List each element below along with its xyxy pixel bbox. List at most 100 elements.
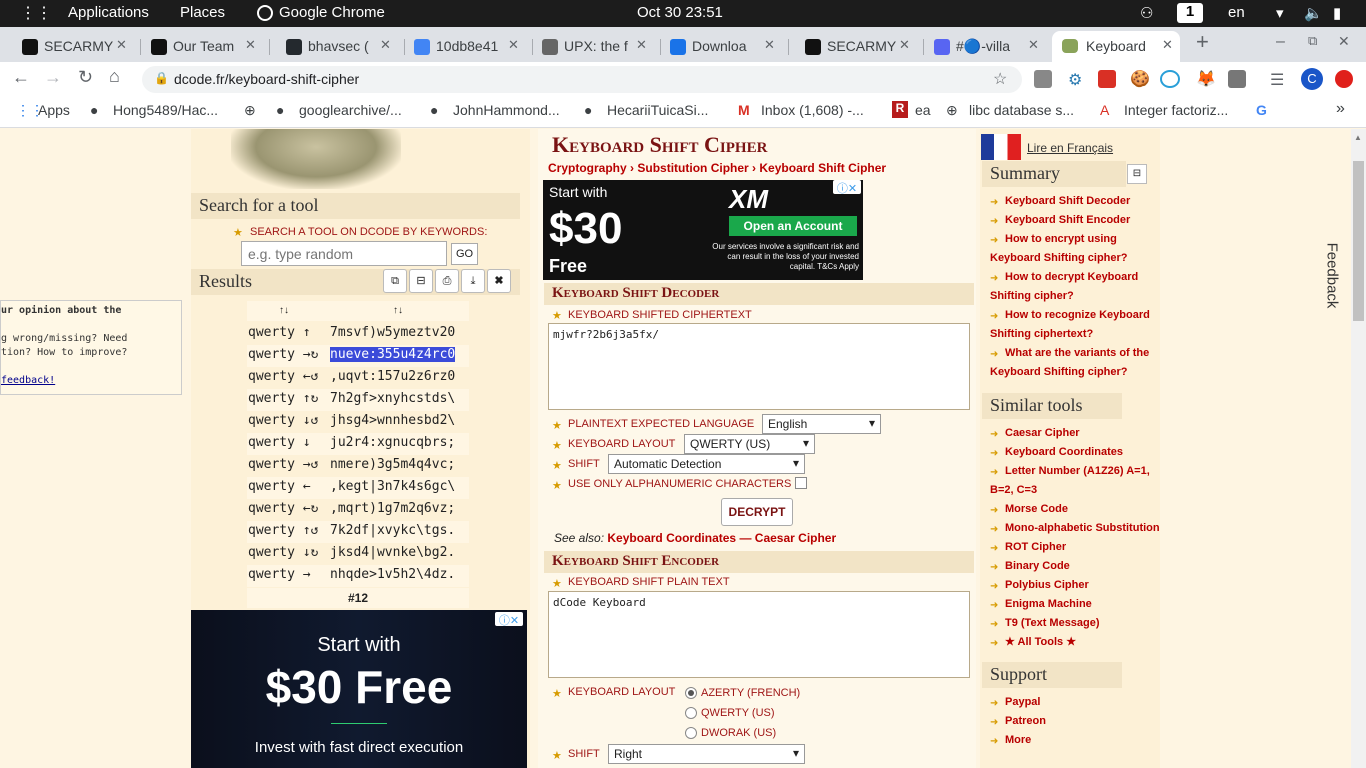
- feedback-tab[interactable]: Feedback: [1315, 229, 1349, 323]
- sidebar-link[interactable]: ★ All Tools ★: [1005, 633, 1076, 652]
- copy-button[interactable]: ⧉: [383, 269, 407, 293]
- sidebar-link[interactable]: Keyboard Shift Encoder: [1005, 211, 1130, 230]
- tab[interactable]: SECARMY ✕: [12, 31, 140, 62]
- tab-close-icon[interactable]: ✕: [1028, 37, 1039, 53]
- result-text[interactable]: ,uqvt:157u2z6rz0: [330, 369, 455, 384]
- table-row[interactable]: qwerty ↓↺ jhsg4>wnnhesbd2\: [247, 411, 469, 433]
- radio-azerty-label[interactable]: AZERTY (FRENCH): [701, 687, 800, 699]
- url-text[interactable]: dcode.fr/keyboard-shift-cipher: [174, 71, 359, 87]
- minimize-icon[interactable]: –: [1276, 33, 1285, 51]
- sidebar-link[interactable]: Binary Code: [1005, 557, 1070, 576]
- tab-close-icon[interactable]: ✕: [899, 37, 910, 53]
- sidebar-link[interactable]: T9 (Text Message): [1005, 614, 1100, 633]
- decrypt-button[interactable]: DECRYPT: [721, 498, 793, 526]
- home-icon[interactable]: ⌂: [109, 66, 120, 87]
- forward-icon[interactable]: →: [44, 67, 62, 88]
- french-flag-icon[interactable]: [981, 134, 1021, 160]
- tab[interactable]: UPX: the f ✕: [532, 31, 660, 62]
- ad-open-account-button[interactable]: Open an Account: [729, 216, 857, 236]
- tab[interactable]: 10db8e41 ✕: [404, 31, 532, 62]
- result-text[interactable]: jksd4|wvnke\bg2.: [330, 545, 455, 560]
- sidebar-link[interactable]: Enigma Machine: [1005, 595, 1092, 614]
- table-row[interactable]: qwerty ←↻ ,mqrt)1g7m2q6vz;: [247, 499, 469, 521]
- reading-list-icon[interactable]: ☰: [1270, 70, 1284, 90]
- go-button[interactable]: GO: [451, 243, 478, 265]
- sidebar-link[interactable]: Morse Code: [1005, 500, 1068, 519]
- radio-qwerty-label[interactable]: QWERTY (US): [701, 707, 775, 719]
- page-scrollbar[interactable]: ▲: [1351, 129, 1366, 768]
- tab[interactable]: #🔵-villa ✕: [924, 31, 1052, 62]
- result-text[interactable]: nueve:355u4z4rc0: [330, 347, 456, 362]
- profile-avatar[interactable]: C: [1301, 68, 1323, 90]
- ciphertext-input[interactable]: mjwfr?2b6j3a5fx/: [548, 323, 970, 410]
- summary-collapse-button[interactable]: ⊟: [1127, 164, 1147, 184]
- bookmark-item[interactable]: Integer factoriz...: [1124, 102, 1228, 118]
- sidebar-link[interactable]: What are the variants of the: [1005, 344, 1149, 363]
- sidebar-link[interactable]: Letter Number (A1Z26) A=1,: [1005, 462, 1150, 481]
- see-also-caesar-cipher[interactable]: Caesar Cipher: [755, 531, 836, 545]
- language-select[interactable]: English: [762, 414, 881, 434]
- sidebar-link[interactable]: How to encrypt using: [1005, 230, 1117, 249]
- restore-icon[interactable]: ⧉: [1308, 33, 1317, 49]
- bookmark-item[interactable]: Inbox (1,608) -...: [761, 102, 864, 118]
- places-menu[interactable]: Places: [180, 4, 225, 21]
- google-icon[interactable]: G: [1256, 102, 1267, 118]
- reload-icon[interactable]: ↻: [78, 67, 93, 88]
- sidebar-link[interactable]: Keyboard Shifting cipher?: [990, 363, 1128, 382]
- sidebar-link[interactable]: Shifting ciphertext?: [990, 325, 1093, 344]
- advertisement[interactable]: Start with $30 Free XM ⓘ✕ Open an Accoun…: [543, 180, 863, 280]
- result-text[interactable]: nmere)3g5m4q4vc;: [330, 457, 455, 472]
- sort-col2[interactable]: ↑↓: [393, 305, 403, 316]
- sidebar-link[interactable]: Keyboard Shift Decoder: [1005, 192, 1130, 211]
- sort-col1[interactable]: ↑↓: [279, 305, 289, 316]
- table-row[interactable]: qwerty ←↺ ,uqvt:157u2z6rz0: [247, 367, 469, 389]
- alphanumeric-checkbox[interactable]: [795, 477, 807, 489]
- applications-menu[interactable]: Applications: [68, 4, 149, 21]
- copy-all-button[interactable]: ⊟: [409, 269, 433, 293]
- download-button[interactable]: ⤓: [461, 269, 485, 293]
- scrollbar-thumb[interactable]: [1353, 161, 1364, 321]
- people-icon[interactable]: ⚇: [1140, 4, 1153, 22]
- table-row[interactable]: qwerty ↓↻ jksd4|wvnke\bg2.: [247, 543, 469, 565]
- result-text[interactable]: ,kegt|3n7k4s6gc\: [330, 479, 455, 494]
- encoder-shift-select[interactable]: Right: [608, 744, 805, 764]
- table-row[interactable]: qwerty →↻ nueve:355u4z4rc0: [247, 345, 469, 367]
- tab-close-icon[interactable]: ✕: [764, 37, 775, 53]
- plaintext-input[interactable]: dCode Keyboard: [548, 591, 970, 678]
- result-text[interactable]: 7h2gf>xnyhcstds\: [330, 391, 455, 406]
- clock[interactable]: Oct 30 23:51: [637, 4, 723, 21]
- sidebar-link[interactable]: Polybius Cipher: [1005, 576, 1089, 595]
- table-row[interactable]: qwerty ↑ 7msvf)w5ymeztv20: [247, 323, 469, 345]
- tab-close-icon[interactable]: ✕: [116, 37, 127, 53]
- result-text[interactable]: jhsg4>wnnhesbd2\: [330, 413, 455, 428]
- radio-dworak-label[interactable]: DWORAK (US): [701, 727, 776, 739]
- sidebar-link[interactable]: Keyboard Coordinates: [1005, 443, 1123, 462]
- active-app-name[interactable]: Google Chrome: [279, 4, 385, 21]
- tab-close-icon[interactable]: ✕: [1162, 37, 1173, 53]
- table-row[interactable]: qwerty ↑↺ 7k2df|xvykc\tgs.: [247, 521, 469, 543]
- extension-icon[interactable]: [1098, 70, 1116, 88]
- sidebar-link[interactable]: More: [1005, 731, 1031, 750]
- new-tab-button[interactable]: +: [1196, 29, 1209, 55]
- sidebar-link[interactable]: How to recognize Keyboard: [1005, 306, 1150, 325]
- extension-icon[interactable]: [1228, 70, 1246, 88]
- address-bar[interactable]: 🔒 dcode.fr/keyboard-shift-cipher ☆: [142, 66, 1022, 93]
- extension-icon[interactable]: [1034, 70, 1052, 88]
- tab[interactable]: SECARMY ✕: [795, 31, 923, 62]
- table-row[interactable]: qwerty ↑↻ 7h2gf>xnyhcstds\: [247, 389, 469, 411]
- grid-icon[interactable]: ⋮⋮: [20, 3, 52, 23]
- radio-qwerty[interactable]: [685, 707, 697, 719]
- update-icon[interactable]: [1335, 70, 1353, 88]
- see-also-keyboard-coordinates[interactable]: Keyboard Coordinates: [607, 531, 736, 545]
- shift-select[interactable]: Automatic Detection: [608, 454, 805, 474]
- sidebar-link[interactable]: Caesar Cipher: [1005, 424, 1080, 443]
- globe-icon[interactable]: ⊕: [244, 102, 256, 119]
- back-icon[interactable]: ←: [12, 67, 30, 88]
- french-link[interactable]: Lire en Français: [1027, 141, 1113, 155]
- bookmark-star-icon[interactable]: ☆: [993, 69, 1007, 89]
- tab-close-icon[interactable]: ✕: [636, 37, 647, 53]
- advertisement[interactable]: ⓘ✕ Start with $30 Free Invest with fast …: [191, 610, 527, 768]
- feedback-link[interactable]: feedback!: [1, 375, 181, 389]
- tab[interactable]: Downloa ✕: [660, 31, 788, 62]
- bookmark-item[interactable]: HecariiTuicaSi...: [607, 102, 708, 118]
